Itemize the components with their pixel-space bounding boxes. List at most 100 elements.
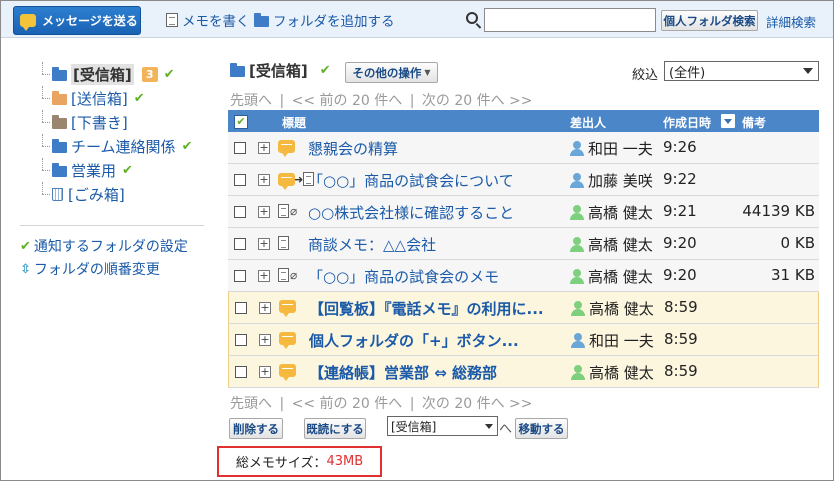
up-down-arrow-icon: ⇳ [20, 261, 31, 277]
expand-icon[interactable]: + [258, 174, 270, 186]
pager-prev: << 前の 20 件へ [291, 93, 403, 109]
message-title-link[interactable]: 【連絡帳】営業部 ⇔ 総務部 [309, 362, 571, 383]
move-button[interactable]: 移動する [515, 418, 568, 439]
folder-item-drafts[interactable]: [下書き] [38, 110, 192, 134]
delete-button[interactable]: 削除する [229, 418, 283, 439]
row-checkbox[interactable] [235, 366, 247, 378]
folder-icon [52, 162, 67, 177]
table-row[interactable]: + 【回覧板】『電話メモ』の利用に... 高橋 健太 8:59 [228, 292, 819, 324]
row-checkbox[interactable] [234, 270, 246, 282]
folder-label: 営業用 [71, 161, 117, 180]
folder-icon [254, 12, 269, 27]
message-title-link[interactable]: 商談メモ：△△会社 [308, 234, 570, 255]
message-title-link[interactable]: 個人フォルダの「+」ボタン... [309, 330, 571, 351]
column-header-sender[interactable]: 差出人 [570, 114, 606, 131]
other-operations-button[interactable]: その他の操作 ▼ [345, 62, 438, 83]
folder-label: [下書き] [71, 113, 128, 132]
table-row[interactable]: + 個人フォルダの「+」ボタン... 和田 一夫 8:59 [228, 324, 819, 356]
sender-name: 和田 一夫 [588, 140, 653, 158]
table-row[interactable]: + 【連絡帳】営業部 ⇔ 総務部 高橋 健太 8:59 [228, 356, 819, 388]
message-title-link[interactable]: 「○○」商品の試食会について [308, 170, 570, 191]
folder-item-trash[interactable]: [ごみ箱] [38, 182, 192, 206]
move-target-select[interactable]: [受信箱] [387, 416, 498, 436]
table-row[interactable]: + ⌀ ○○株式会社様に確認すること 高橋 健太 9:21 44139 KB [228, 196, 819, 228]
expand-icon[interactable]: + [258, 238, 270, 250]
check-icon: ✔ [122, 162, 133, 178]
dropdown-arrow-icon: ▼ [424, 68, 431, 77]
sender-name: 高橋 健太 [588, 268, 653, 286]
notify-folder-settings-link[interactable]: ✔ 通知するフォルダの設定 [20, 236, 188, 256]
tree-connector [38, 134, 50, 158]
row-checkbox[interactable] [235, 302, 247, 314]
message-title-link[interactable]: ○○株式会社様に確認すること [308, 202, 570, 223]
check-icon: ✔ [163, 66, 175, 82]
table-row[interactable]: + 商談メモ：△△会社 高橋 健太 9:20 0 KB [228, 228, 819, 260]
write-memo-link[interactable]: メモを書く [166, 10, 250, 30]
search-input[interactable] [484, 8, 656, 32]
folder-label: チーム連絡関係 [71, 137, 176, 156]
personal-folder-search-button[interactable]: 個人フォルダ検索 [661, 10, 758, 31]
row-checkbox[interactable] [234, 174, 246, 186]
row-checkbox[interactable] [234, 238, 246, 250]
expand-icon[interactable]: + [259, 366, 271, 378]
row-checkbox[interactable] [235, 334, 247, 346]
table-row[interactable]: + ➜ 「○○」商品の試食会について 加藤 美咲 9:22 [228, 164, 819, 196]
speech-bubble-icon [278, 172, 295, 190]
other-operations-label: その他の操作 [352, 65, 422, 80]
chevron-down-icon [803, 68, 813, 74]
person-icon [571, 364, 585, 381]
row-checkbox[interactable] [234, 142, 246, 154]
sender-name: 高橋 健太 [588, 204, 653, 222]
advanced-search-link[interactable]: 詳細検索 [766, 12, 816, 31]
pager-next: 次の 20 件へ >> [421, 93, 533, 109]
message-title-link[interactable]: 「○○」商品の試食会のメモ [308, 266, 570, 287]
expand-icon[interactable]: + [258, 206, 270, 218]
folder-item-team[interactable]: チーム連絡関係 ✔ [38, 134, 192, 158]
forward-arrow-icon: ➜ [294, 172, 304, 186]
mark-read-button[interactable]: 既読にする [304, 418, 366, 439]
add-folder-link[interactable]: フォルダを追加する [254, 10, 395, 30]
sort-desc-icon[interactable] [721, 114, 735, 128]
expand-icon[interactable]: + [259, 334, 271, 346]
column-header-created[interactable]: 作成日時 [663, 114, 711, 131]
table-row[interactable]: + 懇親会の精算 和田 一夫 9:26 [228, 132, 819, 164]
message-title-link[interactable]: 【回覧板】『電話メモ』の利用に... [309, 298, 571, 319]
created-time: 8:59 [664, 362, 698, 380]
created-time: 9:26 [663, 138, 697, 156]
person-icon [570, 172, 584, 189]
message-title-link[interactable]: 懇親会の精算 [308, 138, 570, 159]
created-time: 9:22 [663, 170, 697, 188]
folder-item-inbox[interactable]: [受信箱] 3 ✔ [38, 62, 192, 86]
folder-reorder-link[interactable]: ⇳ フォルダの順番変更 [20, 259, 160, 279]
pager-next: 次の 20 件へ >> [421, 396, 533, 412]
memo-icon [278, 204, 289, 218]
sender: 高橋 健太 [571, 298, 654, 319]
folder-reorder-label: フォルダの順番変更 [33, 262, 160, 278]
table-header: ✔ 標題 差出人 作成日時 備考 [228, 110, 819, 132]
person-icon [571, 300, 585, 317]
select-all-checkbox[interactable]: ✔ [234, 115, 248, 129]
write-memo-label: メモを書く [182, 14, 250, 30]
file-size: 44139 KB [742, 202, 815, 220]
speech-bubble-icon [279, 300, 296, 317]
filter-select[interactable]: (全件) [664, 61, 819, 81]
expand-icon[interactable]: + [258, 142, 270, 154]
move-target-value: [受信箱] [391, 419, 437, 434]
folder-icon [52, 138, 67, 153]
send-message-button[interactable]: メッセージを送る [13, 6, 141, 35]
row-checkbox[interactable] [234, 206, 246, 218]
message-type-icons: ⌀ [278, 268, 297, 282]
created-time: 9:20 [663, 266, 697, 284]
folder-item-sent[interactable]: [送信箱] ✔ [38, 86, 192, 110]
sender: 高橋 健太 [571, 362, 654, 383]
table-row[interactable]: + ⌀ 「○○」商品の試食会のメモ 高橋 健太 9:20 31 KB [228, 260, 819, 292]
expand-icon[interactable]: + [259, 302, 271, 314]
expand-icon[interactable]: + [258, 270, 270, 282]
total-size-label: 総メモサイズ： [235, 456, 327, 471]
person-icon [570, 140, 584, 157]
send-message-label: メッセージを送る [42, 14, 138, 28]
trash-icon [52, 187, 63, 201]
pager-first: 先頭へ [230, 396, 272, 412]
column-header-title[interactable]: 標題 [282, 114, 306, 131]
folder-item-sales[interactable]: 営業用 ✔ [38, 158, 192, 182]
